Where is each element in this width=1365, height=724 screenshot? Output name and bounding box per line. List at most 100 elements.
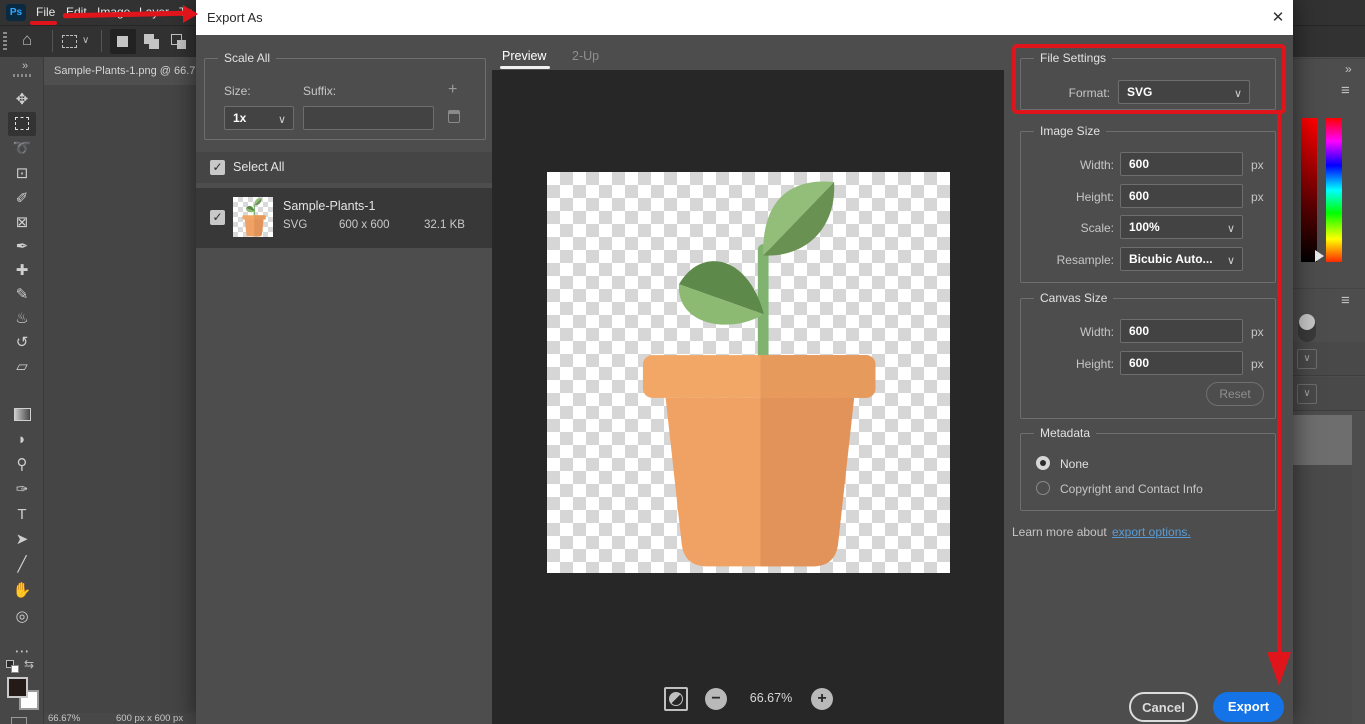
eraser-tool[interactable]: ▱ <box>8 355 36 379</box>
collapse-panels-icon[interactable]: » <box>1345 62 1352 76</box>
lasso-tool[interactable]: ➰ <box>8 137 36 161</box>
clone-stamp-tool[interactable]: ♨ <box>8 307 36 331</box>
brush-tool[interactable]: ✎ <box>8 283 36 307</box>
add-scale-icon[interactable]: + <box>448 81 457 99</box>
divider <box>52 30 53 52</box>
canvas-height-label: Height: <box>944 357 1114 371</box>
size-select[interactable]: 1x ∨ <box>224 106 294 130</box>
chevron-down-icon[interactable]: ∨ <box>82 35 89 46</box>
gradient-tool[interactable] <box>8 403 36 427</box>
export-options-link[interactable]: export options. <box>1112 525 1191 539</box>
subtract-from-selection-mode-button[interactable] <box>166 29 192 54</box>
active-tab-underline <box>500 66 550 69</box>
select-all-row[interactable]: ✓ Select All <box>196 152 492 183</box>
hand-tool[interactable]: ✋ <box>8 579 36 603</box>
dodge-tool[interactable]: ⚲ <box>8 453 36 477</box>
canvas-width-input[interactable]: 600 <box>1120 319 1243 343</box>
layer-thumbnail-highlight[interactable] <box>1293 415 1352 465</box>
asset-checkbox[interactable]: ✓ <box>210 210 225 225</box>
canvas-height-input[interactable]: 600 <box>1120 351 1243 375</box>
metadata-none-radio[interactable] <box>1036 456 1050 470</box>
image-width-label: Width: <box>944 158 1114 172</box>
hue-slider-handle[interactable] <box>1315 250 1324 262</box>
scale-select[interactable]: 100% ∨ <box>1120 215 1243 239</box>
annotation-file-underline <box>30 21 57 25</box>
resample-select[interactable]: Bicubic Auto... ∨ <box>1120 247 1243 271</box>
reset-button[interactable]: Reset <box>1206 382 1264 406</box>
panel-body <box>1293 465 1352 724</box>
new-selection-mode-button[interactable] <box>110 29 136 54</box>
swap-colors-icon[interactable]: ⇆ <box>24 657 34 671</box>
type-tool[interactable]: T <box>8 503 36 527</box>
canvas-area <box>44 85 196 713</box>
plant-thumbnail-graphic <box>233 197 273 237</box>
dialog-close-icon[interactable]: ✕ <box>1268 8 1288 26</box>
transparency-toggle-icon[interactable] <box>664 687 688 711</box>
image-height-input[interactable]: 600 <box>1120 184 1243 208</box>
rectangular-marquee-tool[interactable] <box>8 112 36 136</box>
asset-thumbnail <box>233 197 273 237</box>
suffix-label: Suffix: <box>303 84 336 98</box>
dialog-title: Export As <box>207 10 263 25</box>
toggle-knob[interactable] <box>1299 314 1315 330</box>
canvas-width-unit: px <box>1251 325 1264 339</box>
line-tool[interactable]: ╱ <box>8 553 36 577</box>
color-picker-gradient[interactable] <box>1301 118 1317 262</box>
path-selection-tool[interactable]: ➤ <box>8 528 36 552</box>
document-tab[interactable]: Sample-Plants-1.png @ 66.7 <box>44 57 196 85</box>
tab-preview[interactable]: Preview <box>502 49 546 63</box>
delete-scale-icon[interactable] <box>448 110 460 123</box>
pen-tool[interactable]: ✑ <box>8 478 36 502</box>
suffix-input[interactable] <box>303 106 434 130</box>
cancel-button[interactable]: Cancel <box>1129 692 1198 722</box>
canvas-height-unit: px <box>1251 357 1264 371</box>
home-icon[interactable]: ⌂ <box>22 30 32 50</box>
metadata-legend: Metadata <box>1034 426 1096 440</box>
collapse-panel-icon[interactable]: » <box>22 60 28 72</box>
quick-mask-icon[interactable] <box>11 717 27 724</box>
image-width-input[interactable]: 600 <box>1120 152 1243 176</box>
preview-image[interactable] <box>547 172 950 573</box>
select-all-checkbox[interactable]: ✓ <box>210 160 225 175</box>
healing-brush-tool[interactable]: ✚ <box>8 259 36 283</box>
zoom-in-button[interactable]: + <box>811 688 833 710</box>
panel-menu-icon[interactable]: ≡ <box>1341 82 1350 99</box>
gradient-icon <box>14 408 31 421</box>
image-height-label: Height: <box>944 190 1114 204</box>
asset-format: SVG <box>283 219 307 231</box>
quick-selection-tool[interactable]: ✐ <box>8 187 36 211</box>
annotation-vertical-line <box>1277 112 1281 653</box>
panel-menu-icon[interactable]: ≡ <box>1341 292 1350 309</box>
menu-file[interactable]: File <box>36 5 55 19</box>
chevron-down-icon[interactable]: ∨ <box>1297 349 1317 369</box>
preview-zoom-level[interactable]: 66.67% <box>739 691 803 705</box>
history-brush-tool[interactable]: ↺ <box>8 331 36 355</box>
object-selection-tool[interactable]: ⊡ <box>8 162 36 186</box>
annotation-file-settings-box <box>1012 44 1286 114</box>
resample-label: Resample: <box>944 253 1114 267</box>
metadata-copyright-radio[interactable] <box>1036 481 1050 495</box>
add-to-selection-mode-button[interactable] <box>139 29 165 54</box>
divider <box>1293 58 1365 59</box>
zoom-tool[interactable]: ◎ <box>8 605 36 629</box>
chevron-down-icon: ∨ <box>1227 250 1235 272</box>
foreground-color-swatch[interactable] <box>7 677 28 698</box>
status-zoom-level[interactable]: 66.67% <box>48 713 80 724</box>
asset-list-item[interactable]: ✓ Sample-Plants-1 SVG 600 x 600 32.1 KB <box>196 188 492 248</box>
export-button[interactable]: Export <box>1213 692 1284 722</box>
divider <box>1293 288 1365 289</box>
options-bar-grip <box>3 32 7 52</box>
dialog-header: Export As ✕ <box>196 0 1293 35</box>
learn-more-text: Learn more about <box>1012 525 1107 539</box>
hue-slider-strip[interactable] <box>1326 118 1342 262</box>
eyedropper-tool[interactable]: ✒ <box>8 235 36 259</box>
frame-tool[interactable]: ⊠ <box>8 211 36 235</box>
blur-tool[interactable]: ◗ <box>8 428 36 452</box>
move-tool[interactable]: ✥ <box>8 88 36 112</box>
preview-pane: − 66.67% + <box>492 70 1004 724</box>
zoom-out-button[interactable]: − <box>705 688 727 710</box>
chevron-down-icon[interactable]: ∨ <box>1297 384 1317 404</box>
panel-dropdown-row: ∨ <box>1293 342 1365 376</box>
tool-preset-marquee-icon[interactable] <box>62 35 77 48</box>
tab-2up[interactable]: 2-Up <box>572 49 599 63</box>
